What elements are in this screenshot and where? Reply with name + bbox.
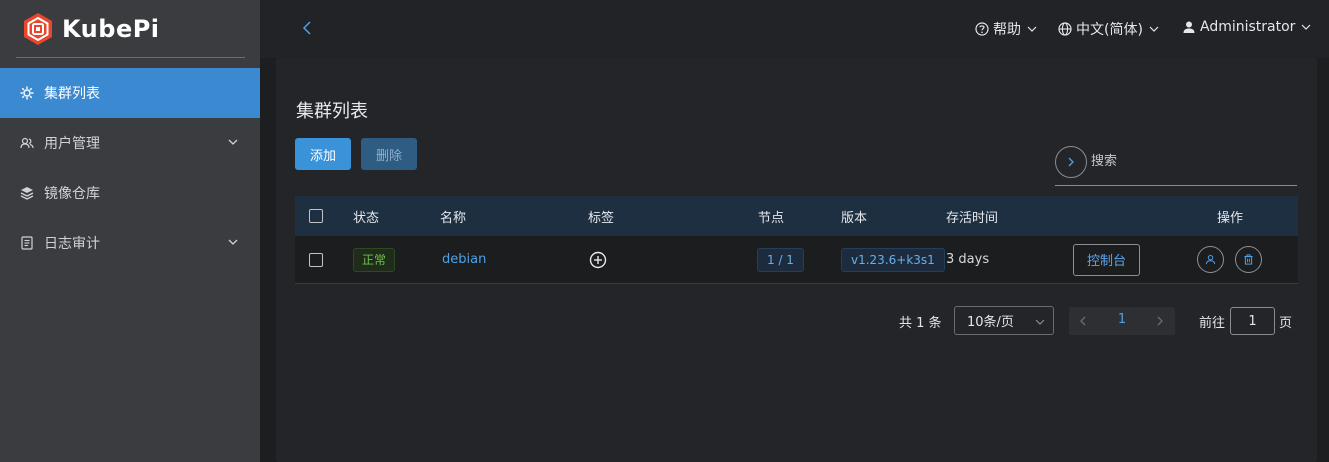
cluster-icon: [20, 86, 34, 100]
sidebar-item-label: 集群列表: [44, 86, 100, 102]
page-size-value: 10条/页: [967, 315, 1014, 330]
page-suffix-label: 页: [1279, 315, 1293, 331]
page-size-select[interactable]: 10条/页: [954, 306, 1054, 335]
user-icon: [1183, 21, 1195, 33]
column-header-labels[interactable]: 标签: [588, 196, 614, 236]
collapse-sidebar-icon[interactable]: [300, 20, 316, 36]
pagination-total: 共 1 条: [899, 315, 942, 331]
layers-icon: [20, 187, 34, 200]
sidebar: KubePi 集群列表 用户管理 镜像仓库 日志审计: [0, 0, 260, 462]
status-badge: 正常: [353, 247, 396, 272]
table-header: 状态 名称 标签 节点 版本 存活时间 操作: [295, 196, 1298, 236]
language-label: 中文(简体): [1076, 22, 1143, 38]
delete-row-button[interactable]: [1235, 246, 1262, 273]
row-select-cell: [309, 236, 323, 283]
help-menu[interactable]: 帮助: [975, 19, 1037, 39]
app-name: KubePi: [62, 15, 160, 43]
column-header-status[interactable]: 状态: [353, 196, 379, 236]
row-checkbox[interactable]: [309, 252, 323, 267]
labels-cell: [589, 236, 607, 283]
sidebar-item-clusters[interactable]: 集群列表: [0, 68, 260, 118]
cluster-table: 状态 名称 标签 节点 版本 存活时间 操作 正常 debian 1 / 1 v…: [295, 196, 1298, 284]
add-label-icon[interactable]: [589, 251, 607, 269]
users-icon: [20, 137, 34, 149]
status-cell: 正常: [353, 236, 396, 283]
column-header-age[interactable]: 存活时间: [946, 196, 998, 236]
sidebar-menu: 集群列表 用户管理 镜像仓库 日志审计: [0, 68, 260, 268]
language-menu[interactable]: 中文(简体): [1058, 19, 1159, 39]
column-header-version[interactable]: 版本: [841, 196, 867, 236]
kubepi-logo-icon: [24, 13, 52, 45]
user-label: Administrator: [1200, 19, 1296, 35]
globe-icon: [1058, 22, 1072, 36]
add-cluster-button[interactable]: 添加: [295, 138, 351, 170]
search-input[interactable]: [1091, 150, 1291, 172]
select-all-cell: [309, 196, 323, 236]
select-all-checkbox[interactable]: [309, 209, 323, 223]
column-header-nodes[interactable]: 节点: [758, 196, 784, 236]
top-header: 帮助 中文(简体) Administrator: [260, 0, 1329, 58]
member-cell: [1197, 236, 1224, 283]
cluster-name-link[interactable]: debian: [442, 252, 486, 267]
goto-page-input[interactable]: [1230, 307, 1275, 335]
chevron-down-icon: [1302, 24, 1311, 30]
goto-label: 前往: [1199, 315, 1226, 331]
chevron-down-icon: [1027, 26, 1037, 32]
column-header-actions: 操作: [1217, 210, 1244, 226]
search-box: [1055, 144, 1297, 186]
next-page-icon[interactable]: [1154, 315, 1166, 327]
console-cell: 控制台: [1073, 236, 1140, 283]
prev-page-icon[interactable]: [1077, 315, 1089, 327]
nodes-badge: 1 / 1: [757, 247, 804, 272]
sidebar-item-label: 用户管理: [44, 136, 100, 152]
sidebar-divider: [16, 57, 245, 58]
chevron-down-icon: [1149, 26, 1159, 32]
nodes-cell: 1 / 1: [757, 236, 804, 283]
sidebar-item-audit-log[interactable]: 日志审计: [0, 218, 260, 268]
sidebar-item-registry[interactable]: 镜像仓库: [0, 168, 260, 218]
age-cell: 3 days: [946, 252, 990, 267]
column-header-name[interactable]: 名称: [440, 196, 466, 236]
delete-cluster-button[interactable]: 删除: [361, 138, 417, 170]
page-title: 集群列表: [296, 101, 368, 122]
help-label: 帮助: [993, 22, 1021, 38]
app-logo[interactable]: KubePi: [20, 9, 160, 49]
search-toggle-button[interactable]: [1055, 146, 1087, 178]
pagination-pager: 1: [1069, 307, 1175, 335]
sidebar-item-label: 日志审计: [44, 236, 100, 252]
chevron-down-icon: [1035, 319, 1045, 325]
table-row: 正常 debian 1 / 1 v1.23.6+k3s1 . 3 days 控制…: [295, 236, 1298, 284]
trash-icon: [1244, 254, 1253, 265]
name-cell: debian: [442, 236, 486, 283]
chevron-down-icon: [228, 239, 238, 245]
document-icon: [21, 236, 33, 250]
delete-cell: [1235, 236, 1262, 283]
help-icon: [975, 22, 989, 36]
chevron-right-icon: [1068, 157, 1074, 167]
version-cell: v1.23.6+k3s1 .: [841, 236, 951, 283]
version-badge: v1.23.6+k3s1: [841, 247, 945, 272]
chevron-down-icon: [228, 139, 238, 145]
user-icon: [1205, 254, 1216, 265]
sidebar-item-label: 镜像仓库: [44, 186, 100, 202]
page-number-1[interactable]: 1: [1111, 312, 1133, 327]
sidebar-item-users[interactable]: 用户管理: [0, 118, 260, 168]
user-menu[interactable]: Administrator: [1182, 19, 1311, 35]
console-button[interactable]: 控制台: [1073, 243, 1140, 276]
members-button[interactable]: [1197, 246, 1224, 273]
cluster-list-panel: 集群列表 添加 删除 状态 名称 标签 节点 版本 存活时间 操作: [276, 58, 1317, 462]
